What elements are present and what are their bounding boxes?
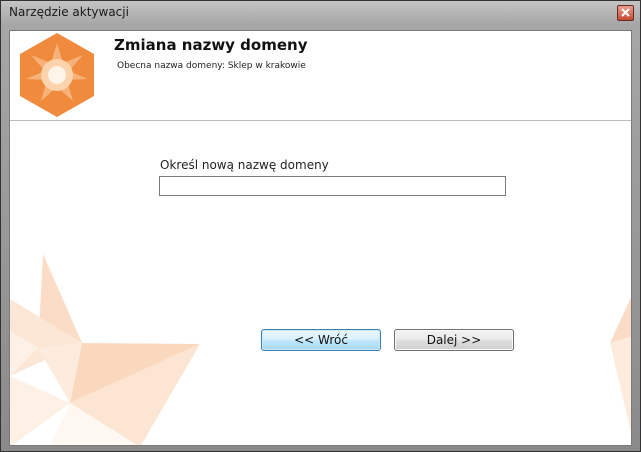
new-domain-label: Określ nową nazwę domeny [160, 158, 329, 172]
next-button[interactable]: Dalej >> [394, 329, 514, 351]
decorative-star-background [10, 254, 631, 445]
page-heading: Zmiana nazwy domeny [114, 36, 308, 54]
star-hexagon-logo-icon [20, 33, 94, 117]
close-icon [621, 8, 630, 17]
current-domain-name: Obecna nazwa domeny: Sklep w krakowie [117, 61, 306, 71]
title-bar[interactable]: Narzędzie aktywacji [1, 1, 640, 25]
header-divider [10, 120, 631, 121]
close-button[interactable] [617, 5, 634, 21]
window-title: Narzędzie aktywacji [9, 5, 129, 19]
back-button[interactable]: << Wróć [261, 329, 381, 351]
dialog-content: Zmiana nazwy domeny Obecna nazwa domeny:… [9, 30, 632, 446]
activation-tool-window: Narzędzie aktywacji Zmiana nazwy domeny … [0, 0, 641, 452]
new-domain-input[interactable] [159, 176, 506, 196]
